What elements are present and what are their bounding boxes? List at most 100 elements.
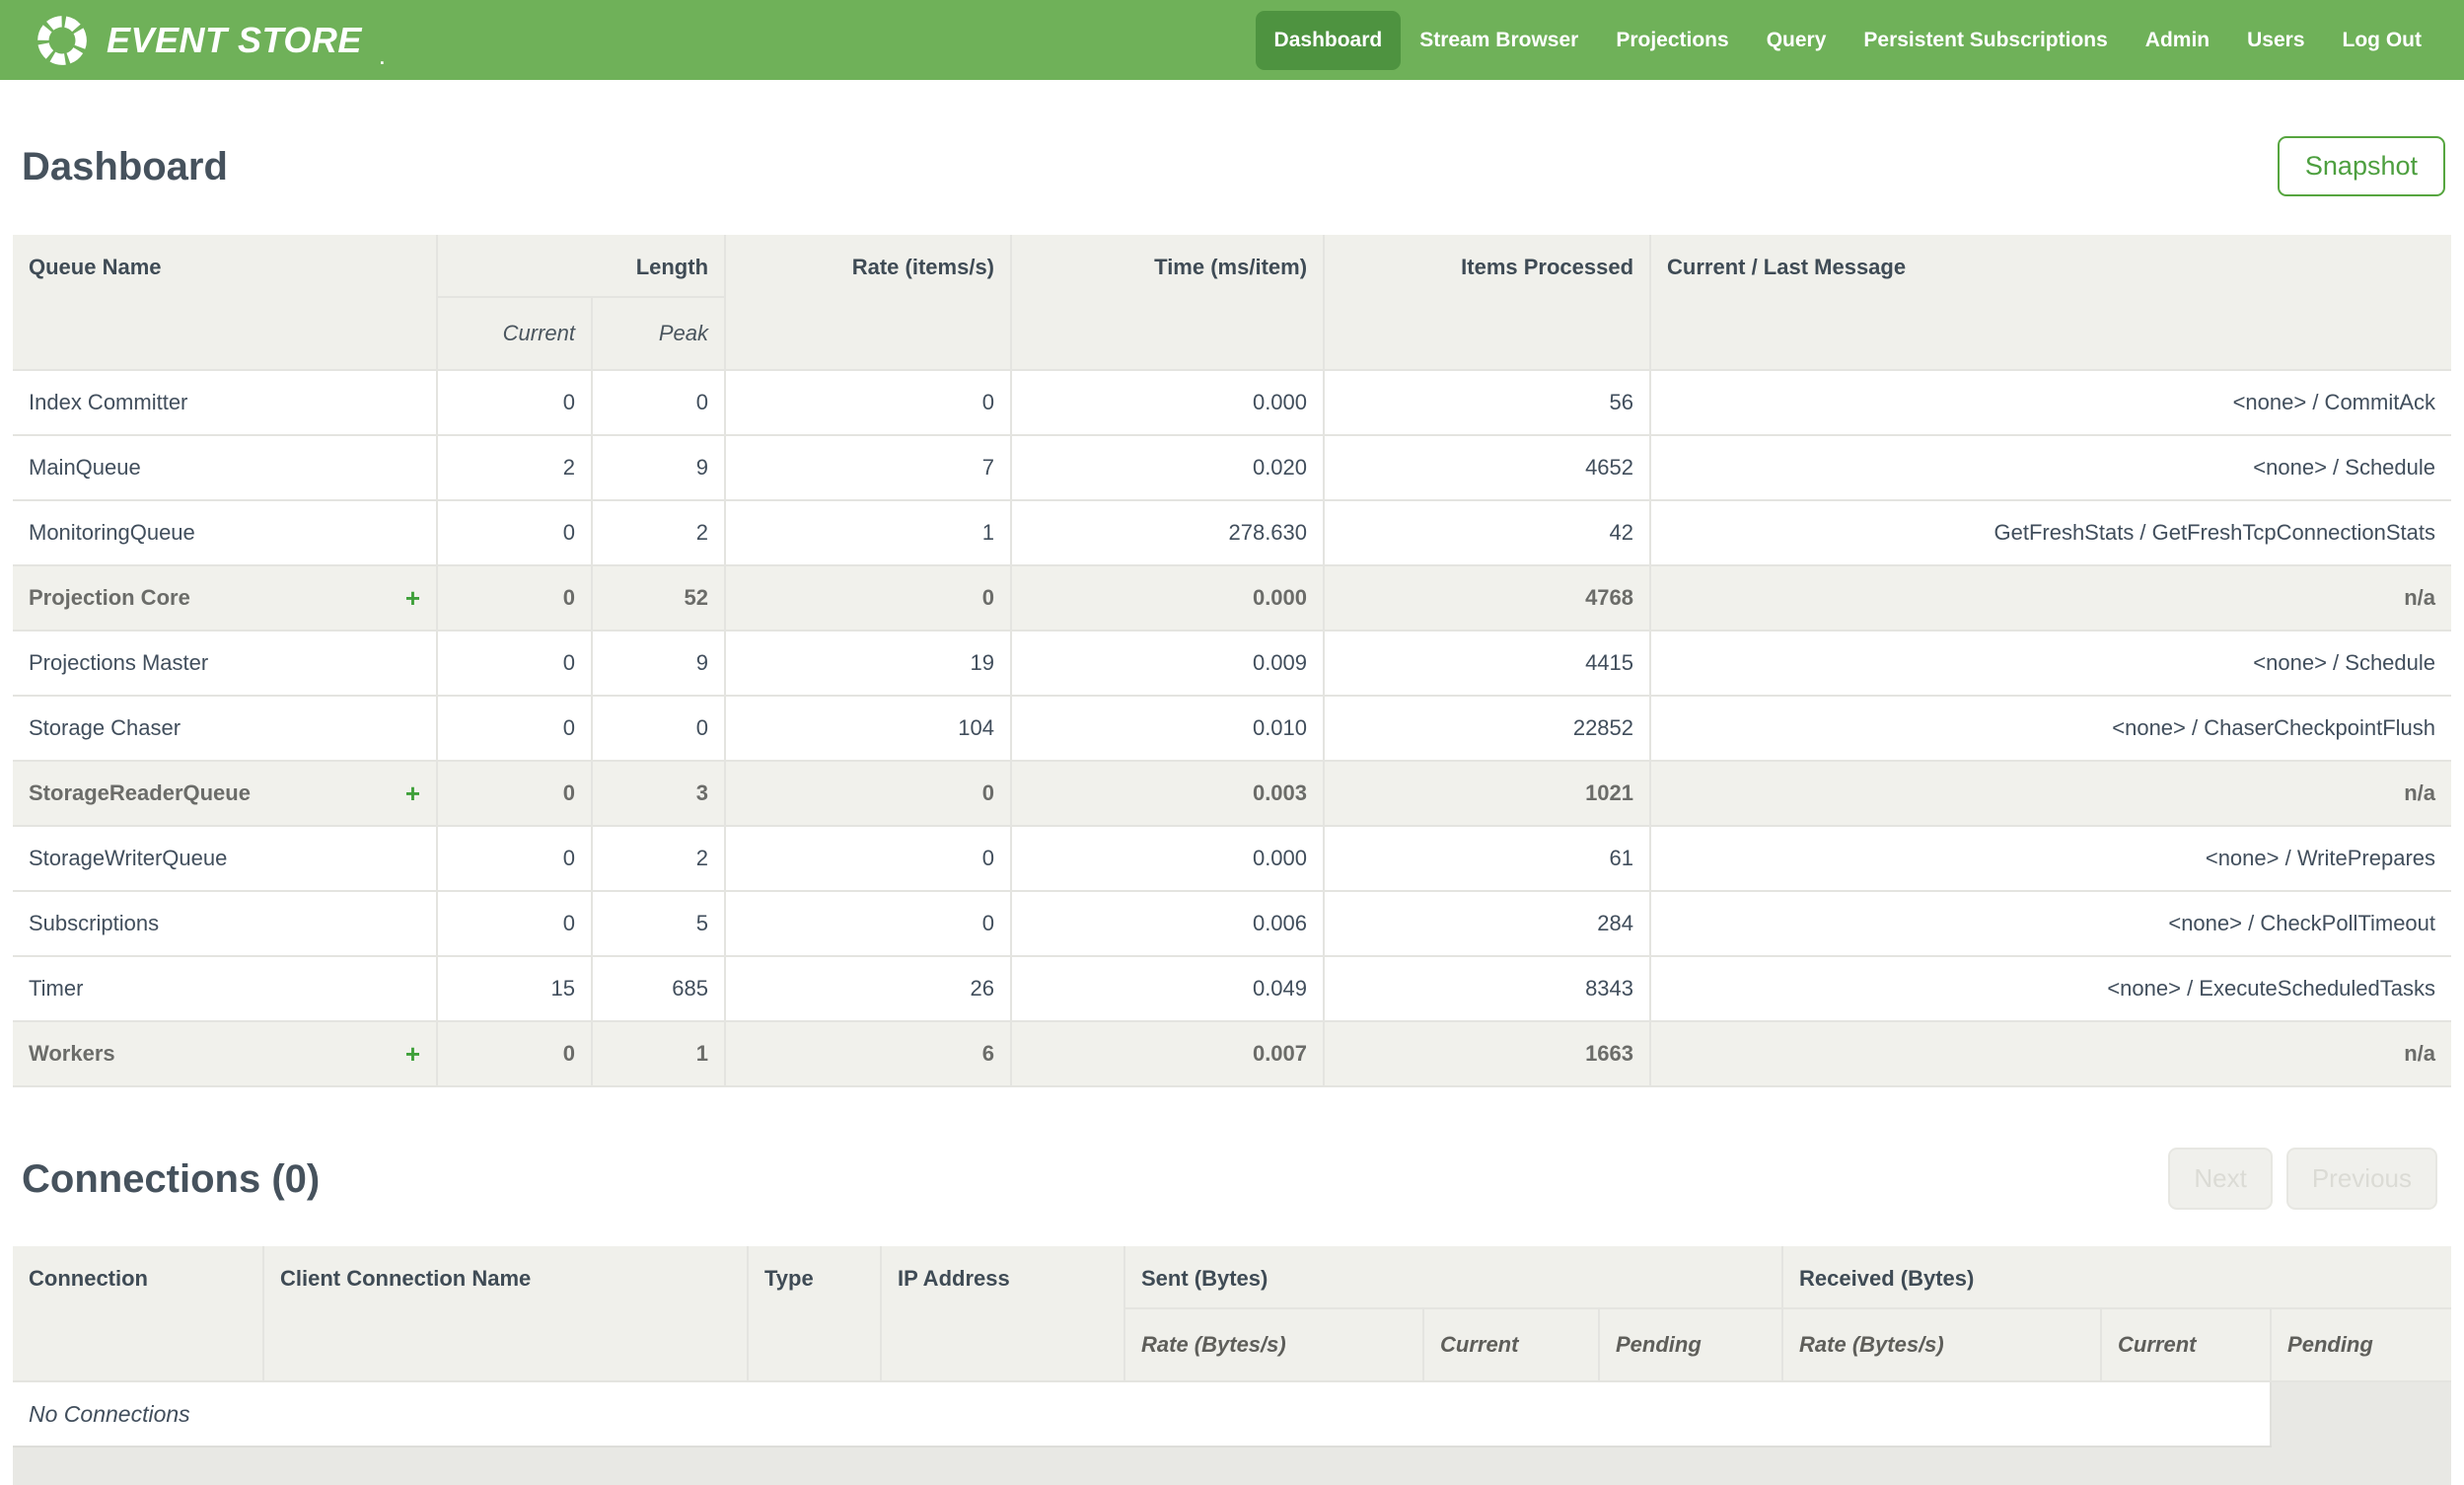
message-cell: n/a xyxy=(1650,1021,2452,1087)
col-header-length-peak: Peak xyxy=(592,297,727,371)
expand-plus-icon[interactable]: + xyxy=(405,585,420,611)
queue-name-cell: Storage Chaser xyxy=(13,696,438,762)
peak-cell: 5 xyxy=(592,891,727,957)
message-cell: <none> / Schedule xyxy=(1650,631,2452,697)
nav-menu: Dashboard Stream Browser Projections Que… xyxy=(1255,10,2440,70)
rate-cell: 1 xyxy=(725,500,1013,566)
peak-cell: 9 xyxy=(592,631,727,697)
current-cell: 2 xyxy=(437,435,593,501)
col-header-received-current: Current xyxy=(2101,1308,2273,1382)
nav-item-dashboard[interactable]: Dashboard xyxy=(1255,10,1402,70)
nav-item-admin[interactable]: Admin xyxy=(2127,11,2228,70)
next-button[interactable]: Next xyxy=(2168,1148,2273,1210)
no-connections-message: No Connections xyxy=(13,1381,2273,1448)
col-header-sent-pending: Pending xyxy=(1599,1308,1784,1382)
message-cell: <none> / CommitAck xyxy=(1650,370,2452,436)
time-cell: 278.630 xyxy=(1011,500,1326,566)
expand-plus-icon[interactable]: + xyxy=(405,780,420,806)
table-row-group: Projection Core + 0 52 0 0.000 4768 n/a xyxy=(13,565,2452,631)
message-cell: <none> / Schedule xyxy=(1650,435,2452,501)
table-row-group: Workers + 0 1 6 0.007 1663 n/a xyxy=(13,1021,2452,1087)
logo-registered-mark: . xyxy=(379,47,385,68)
peak-cell: 0 xyxy=(592,696,727,762)
time-cell: 0.000 xyxy=(1011,826,1326,892)
table-row-group: StorageReaderQueue + 0 3 0 0.003 1021 n/… xyxy=(13,761,2452,827)
current-cell: 0 xyxy=(437,500,593,566)
queue-table-header: Queue Name Length Rate (items/s) Time (m… xyxy=(13,235,2452,371)
current-cell: 0 xyxy=(437,761,593,827)
current-cell: 0 xyxy=(437,1021,593,1087)
col-header-sent-rate: Rate (Bytes/s) xyxy=(1124,1308,1424,1382)
expand-plus-icon[interactable]: + xyxy=(405,1041,420,1067)
peak-cell: 52 xyxy=(592,565,727,631)
rate-cell: 6 xyxy=(725,1021,1013,1087)
queue-table: Queue Name Length Rate (items/s) Time (m… xyxy=(13,235,2452,1087)
no-connections-row: No Connections xyxy=(13,1381,2451,1448)
time-cell: 0.020 xyxy=(1011,435,1326,501)
col-header-time: Time (ms/item) xyxy=(1011,235,1326,371)
time-cell: 0.000 xyxy=(1011,370,1326,436)
time-cell: 0.000 xyxy=(1011,565,1326,631)
queue-table-body: Index Committer 0 0 0 0.000 56 <none> / … xyxy=(13,370,2452,1087)
peak-cell: 9 xyxy=(592,435,727,501)
items-cell: 284 xyxy=(1324,891,1652,957)
queue-name-cell: StorageReaderQueue + xyxy=(13,761,438,827)
col-header-connection: Connection xyxy=(13,1246,264,1382)
items-cell: 1021 xyxy=(1324,761,1652,827)
empty-void-cell xyxy=(2271,1381,2451,1447)
nav-item-query[interactable]: Query xyxy=(1748,11,1846,70)
nav-item-projections[interactable]: Projections xyxy=(1597,11,1747,70)
time-cell: 0.007 xyxy=(1011,1021,1326,1087)
queue-name-cell: Workers + xyxy=(13,1021,438,1087)
logo-text: EVENT STORE xyxy=(107,19,362,60)
event-store-logo-icon xyxy=(37,15,87,65)
connections-table: Connection Client Connection Name Type I… xyxy=(13,1246,2452,1448)
time-cell: 0.010 xyxy=(1011,696,1326,762)
col-header-message: Current / Last Message xyxy=(1650,235,2452,371)
peak-cell: 2 xyxy=(592,500,727,566)
snapshot-button[interactable]: Snapshot xyxy=(2277,136,2445,196)
items-cell: 61 xyxy=(1324,826,1652,892)
nav-item-stream-browser[interactable]: Stream Browser xyxy=(1401,11,1597,70)
event-store-logo: EVENT STORE . xyxy=(34,12,385,69)
items-cell: 56 xyxy=(1324,370,1652,436)
current-cell: 15 xyxy=(437,956,593,1022)
table-row: StorageWriterQueue 0 2 0 0.000 61 <none>… xyxy=(13,826,2452,892)
peak-cell: 685 xyxy=(592,956,727,1022)
current-cell: 0 xyxy=(437,826,593,892)
col-header-received-rate: Rate (Bytes/s) xyxy=(1782,1308,2103,1382)
items-cell: 1663 xyxy=(1324,1021,1652,1087)
nav-item-log-out[interactable]: Log Out xyxy=(2324,11,2440,70)
current-cell: 0 xyxy=(437,891,593,957)
col-header-length-current: Current xyxy=(437,297,593,371)
items-cell: 4415 xyxy=(1324,631,1652,697)
col-header-rate: Rate (items/s) xyxy=(725,235,1013,371)
peak-cell: 0 xyxy=(592,370,727,436)
time-cell: 0.006 xyxy=(1011,891,1326,957)
peak-cell: 3 xyxy=(592,761,727,827)
current-cell: 0 xyxy=(437,631,593,697)
peak-cell: 2 xyxy=(592,826,727,892)
connections-title: Connections (0) xyxy=(22,1156,321,1201)
table-row: Timer 15 685 26 0.049 8343 <none> / Exec… xyxy=(13,956,2452,1022)
table-row: MonitoringQueue 0 2 1 278.630 42 GetFres… xyxy=(13,500,2452,566)
queue-name-cell: Projections Master xyxy=(13,631,438,697)
connections-pager: Next Previous xyxy=(2168,1148,2437,1210)
rate-cell: 0 xyxy=(725,761,1013,827)
col-header-ip-address: IP Address xyxy=(881,1246,1125,1382)
previous-button[interactable]: Previous xyxy=(2285,1148,2437,1210)
nav-item-persistent-subscriptions[interactable]: Persistent Subscriptions xyxy=(1845,11,2126,70)
col-header-sent-current: Current xyxy=(1423,1308,1600,1382)
items-cell: 22852 xyxy=(1324,696,1652,762)
col-header-client-connection-name: Client Connection Name xyxy=(263,1246,749,1382)
queue-name-cell: Projection Core + xyxy=(13,565,438,631)
nav-item-users[interactable]: Users xyxy=(2228,11,2323,70)
rate-cell: 26 xyxy=(725,956,1013,1022)
main-content: Dashboard Snapshot Queue Name Length Rat… xyxy=(0,135,2464,1485)
time-cell: 0.049 xyxy=(1011,956,1326,1022)
table-row: Index Committer 0 0 0 0.000 56 <none> / … xyxy=(13,370,2452,436)
message-cell: <none> / ChaserCheckpointFlush xyxy=(1650,696,2452,762)
current-cell: 0 xyxy=(437,370,593,436)
time-cell: 0.009 xyxy=(1011,631,1326,697)
col-header-items-processed: Items Processed xyxy=(1324,235,1652,371)
